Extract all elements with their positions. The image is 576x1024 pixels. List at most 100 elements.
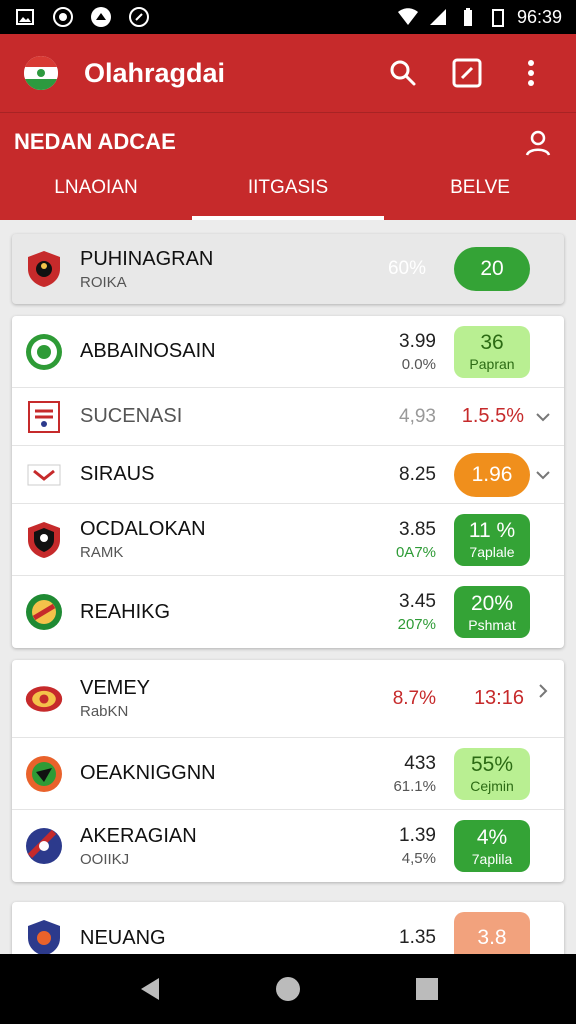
notification-icon	[90, 6, 112, 28]
tab-bar: LNAOIAN IITGASIS BELVE	[0, 156, 576, 220]
league-card: NEUANG 1.35 3.8	[12, 902, 564, 954]
image-icon	[14, 6, 36, 28]
odds-change: 4,5%	[401, 850, 436, 867]
list-item[interactable]: SIRAUS 8.25 1.96	[12, 446, 564, 504]
team-crest-icon	[24, 918, 64, 954]
team-crest-icon	[24, 679, 64, 719]
person-icon	[525, 130, 551, 156]
search-button[interactable]	[376, 46, 430, 100]
team-name: OCDALOKAN	[80, 518, 206, 540]
team-name: SIRAUS	[80, 463, 155, 485]
odds-change: 61.1%	[393, 777, 436, 795]
team-crest-icon	[24, 397, 64, 437]
odds-change: 0A7%	[395, 543, 436, 561]
home-button[interactable]	[268, 969, 308, 1009]
list-item[interactable]: PUHINAGRAN ROIKA 60% 20	[12, 234, 564, 304]
team-crest-icon	[24, 332, 64, 372]
odds-value: 1.39	[399, 825, 436, 846]
team-sub: RabKN	[80, 703, 129, 720]
team-name: SUCENASI	[80, 405, 183, 427]
chevron-down-icon[interactable]	[534, 408, 552, 426]
wifi-icon	[397, 6, 419, 28]
team-name: REAHIKG	[80, 600, 171, 623]
odds-value: 8.25	[399, 463, 436, 485]
more-button[interactable]	[504, 46, 558, 100]
chevron-down-icon[interactable]	[534, 466, 552, 484]
odds-value: 4,93	[399, 405, 436, 427]
list-item[interactable]: OCDALOKAN RAMK 3.85 0A7% 11 % 7aplale	[12, 504, 564, 576]
navigation-bar	[0, 954, 576, 1024]
status-bar: 96:39	[0, 0, 576, 34]
app-logo	[24, 56, 58, 90]
sync-icon	[128, 6, 150, 28]
team-name: NEUANG	[80, 926, 166, 949]
list-item[interactable]: OEAKNIGGNN 433 61.1% 55% Cejmin	[12, 738, 564, 810]
team-name: VEMEY	[80, 677, 151, 699]
team-name: AKERAGIAN	[80, 824, 197, 847]
team-crest-icon	[24, 754, 64, 794]
odds-value: 433	[404, 752, 436, 774]
team-crest-icon	[24, 592, 64, 632]
battery-icon	[457, 6, 479, 28]
tab-2[interactable]: IITGASIS	[192, 156, 384, 220]
featured-card[interactable]: PUHINAGRAN ROIKA 60% 20	[12, 234, 564, 304]
odds-value: 3.85	[399, 518, 436, 540]
list-item[interactable]: AKERAGIAN OOIIKJ 1.39 4,5% 4% 7aplila	[12, 810, 564, 882]
league-card: ABBAINOSAIN 3.99 0.0% 36 Papran SUCENASI…	[12, 316, 564, 648]
team-name: OEAKNIGGNN	[80, 762, 216, 784]
signal-icon	[427, 6, 449, 28]
odds-value: 3.45	[399, 591, 436, 612]
team-name: PUHINAGRAN	[80, 247, 214, 270]
score-badge[interactable]: 3.8	[454, 912, 530, 954]
list-item[interactable]: NEUANG 1.35 3.8	[12, 902, 564, 954]
percentage: 60%	[387, 258, 426, 279]
odds-change: 207%	[397, 616, 436, 633]
odds-change: 13:16	[473, 687, 524, 709]
data-icon	[487, 6, 509, 28]
score-badge[interactable]: 4% 7aplila	[454, 820, 530, 872]
header-band: NEDAN ADCAE LNAOIAN IITGASIS BELVE	[0, 112, 576, 220]
odds-value: 8.7%	[392, 687, 436, 709]
app-bar: Olahragdai	[0, 34, 576, 112]
search-icon	[390, 60, 416, 86]
recents-button[interactable]	[407, 969, 447, 1009]
back-icon	[141, 978, 160, 1000]
score-badge[interactable]: 20% Pshmat	[454, 586, 530, 638]
list-content[interactable]: PUHINAGRAN ROIKA 60% 20 ABBAINOSAIN 3.99…	[0, 220, 576, 954]
odds-change: 0.0%	[401, 355, 436, 373]
app-title: Olahragdai	[84, 57, 226, 88]
status-time: 96:39	[516, 6, 562, 27]
more-vert-icon	[528, 60, 534, 86]
chevron-right-icon[interactable]	[534, 682, 552, 700]
record-icon	[52, 6, 74, 28]
team-crest-icon	[24, 826, 64, 866]
score-badge[interactable]: 36 Papran	[454, 325, 530, 378]
odds-change: 1.5.5%	[461, 405, 524, 427]
home-icon	[275, 977, 300, 1001]
team-sub: ROIKA	[80, 273, 127, 291]
edit-icon	[452, 58, 482, 88]
list-item[interactable]: SUCENASI 4,93 1.5.5%	[12, 388, 564, 446]
tab-1[interactable]: LNAOIAN	[0, 156, 192, 220]
back-button[interactable]	[129, 969, 169, 1009]
team-name: ABBAINOSAIN	[80, 340, 216, 362]
score-badge[interactable]: 11 % 7aplale	[454, 513, 530, 566]
score-badge[interactable]: 55% Cejmin	[454, 747, 530, 800]
list-item[interactable]: VEMEY RabKN 8.7% 13:16	[12, 660, 564, 738]
score-badge[interactable]: 20	[454, 247, 530, 291]
odds-value: 1.35	[399, 927, 436, 948]
score-badge[interactable]: 1.96	[454, 452, 530, 497]
team-crest-icon	[24, 455, 64, 495]
tab-3[interactable]: BELVE	[384, 156, 576, 220]
list-item[interactable]: ABBAINOSAIN 3.99 0.0% 36 Papran	[12, 316, 564, 388]
section-title: NEDAN ADCAE	[14, 129, 176, 154]
team-crest-icon	[24, 249, 64, 289]
edit-button[interactable]	[440, 46, 494, 100]
odds-value: 3.99	[399, 330, 436, 352]
team-sub: RAMK	[80, 544, 124, 561]
recents-icon	[415, 978, 438, 1000]
list-item[interactable]: REAHIKG 3.45 207% 20% Pshmat	[12, 576, 564, 648]
league-card: VEMEY RabKN 8.7% 13:16 OEAKNIGGNN 433 61…	[12, 660, 564, 882]
team-sub: OOIIKJ	[80, 850, 130, 868]
team-crest-icon	[24, 520, 64, 560]
